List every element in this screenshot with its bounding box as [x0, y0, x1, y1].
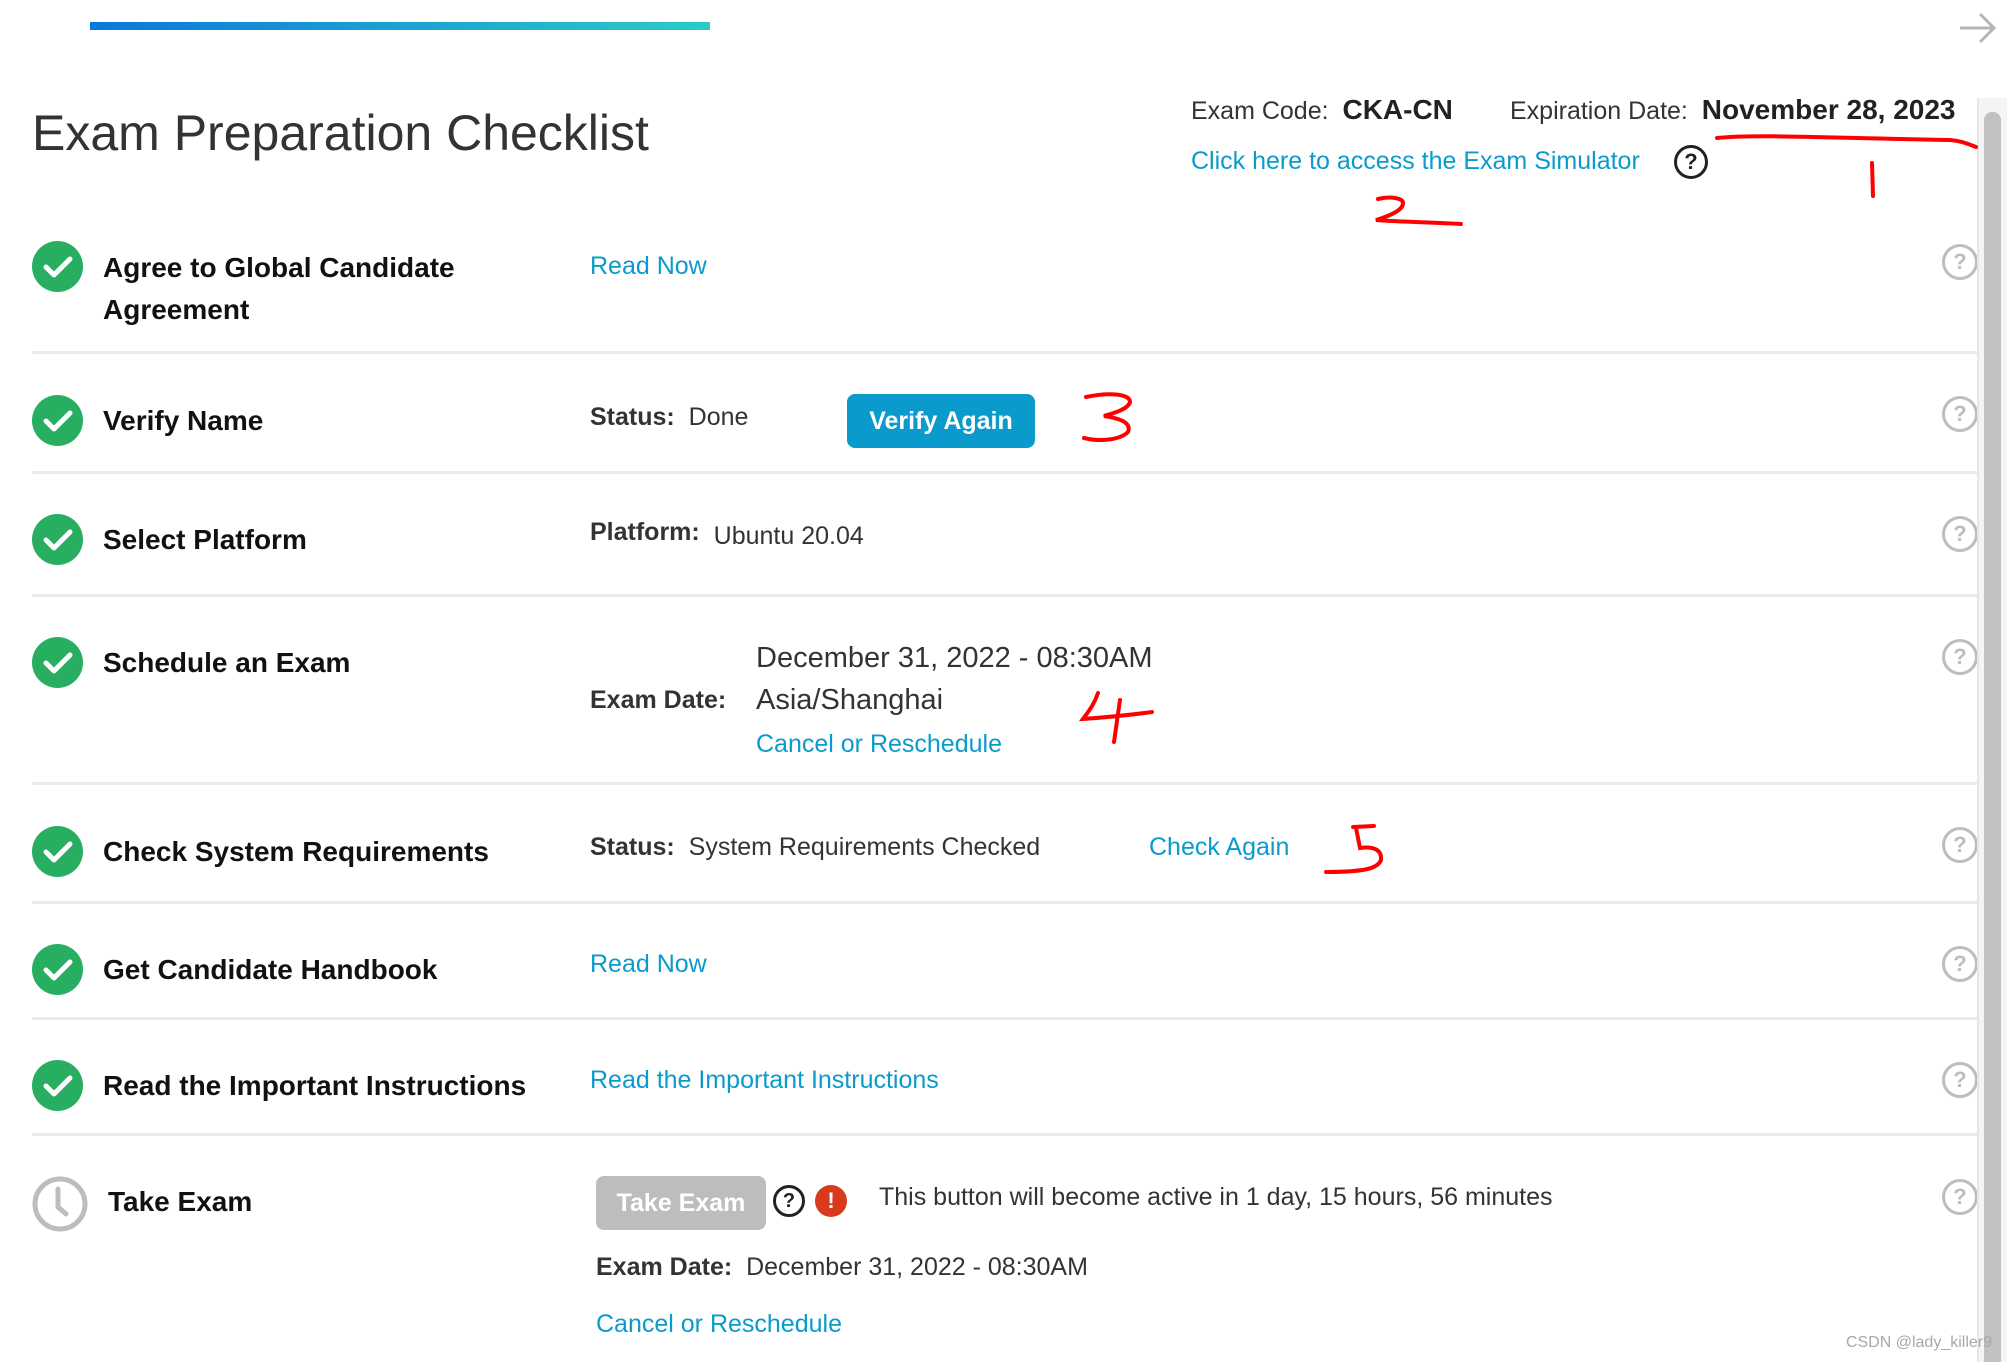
help-icon[interactable]: ? — [1942, 1179, 1978, 1215]
read-handbook-link[interactable]: Read Now — [590, 950, 707, 979]
status-label: Status: — [590, 403, 675, 431]
check-again-link[interactable]: Check Again — [1149, 833, 1289, 862]
divider — [32, 782, 1982, 785]
cancel-reschedule-link[interactable]: Cancel or Reschedule — [756, 730, 1002, 759]
platform-value: Ubuntu 20.04 — [713, 522, 864, 550]
annotation-1-underline — [1715, 134, 1978, 149]
check-complete-icon — [32, 637, 83, 688]
row-title-take-exam: Take Exam — [108, 1186, 253, 1217]
divider — [32, 1133, 1982, 1136]
exam-date-label: Exam Date: — [590, 686, 726, 715]
row-title-important-instructions: Read the Important Instructions — [103, 1070, 527, 1101]
take-exam-button[interactable]: Take Exam — [596, 1176, 766, 1230]
progress-bar — [90, 22, 710, 30]
system-check-status: Status: System Requirements Checked — [590, 833, 1040, 862]
verify-again-button[interactable]: Verify Again — [847, 394, 1035, 448]
check-complete-icon — [32, 944, 83, 995]
status-label: Status: — [590, 833, 675, 861]
next-arrow-icon[interactable] — [1958, 10, 1998, 46]
page-title: Exam Preparation Checklist — [32, 105, 649, 161]
check-complete-icon — [32, 1060, 83, 1111]
help-icon[interactable]: ? — [1942, 639, 1978, 675]
exam-timezone: Asia/Shanghai — [756, 684, 944, 716]
exam-date-label-text: Exam Date: — [590, 686, 727, 714]
row-title-verify-name: Verify Name — [103, 405, 264, 436]
divider — [32, 471, 1982, 474]
annotation-5 — [1324, 824, 1384, 874]
divider — [32, 594, 1982, 597]
take-exam-date: Exam Date: December 31, 2022 - 08:30AM — [596, 1253, 1088, 1282]
row-title-select-platform: Select Platform — [103, 524, 307, 555]
exam-code: Exam Code: CKA-CN — [1191, 94, 1453, 126]
annotation-2 — [1375, 195, 1463, 226]
help-icon[interactable]: ? — [1942, 1062, 1978, 1098]
scrollbar-thumb[interactable] — [1984, 112, 2001, 1362]
check-complete-icon — [32, 514, 83, 565]
check-complete-icon — [32, 826, 83, 877]
divider — [32, 1017, 1982, 1020]
exam-date-value: December 31, 2022 - 08:30AM — [756, 642, 1153, 674]
annotation-4 — [1078, 691, 1154, 744]
divider — [32, 901, 1982, 904]
watermark: CSDN @lady_killer9 — [1845, 1334, 1992, 1351]
expiration-date: Expiration Date: November 28, 2023 — [1510, 94, 1956, 126]
platform-info: Platform: Ubuntu 20.04 — [590, 518, 864, 550]
exam-date-label: Exam Date: — [596, 1253, 733, 1281]
row-title-line2: Agreement — [103, 294, 250, 325]
cancel-reschedule-link[interactable]: Cancel or Reschedule — [596, 1310, 842, 1339]
expiration-value: November 28, 2023 — [1701, 94, 1956, 125]
check-complete-icon — [32, 241, 83, 292]
platform-label: Platform: — [590, 518, 700, 546]
expiration-label: Expiration Date: — [1510, 97, 1688, 125]
simulator-help-icon[interactable]: ? — [1674, 145, 1708, 179]
divider — [32, 351, 1982, 354]
help-icon[interactable]: ? — [1942, 516, 1978, 552]
exam-date-value: December 31, 2022 - 08:30AM — [746, 1253, 1088, 1281]
help-icon[interactable]: ? — [1942, 827, 1978, 863]
annotation-3 — [1082, 392, 1133, 442]
clock-pending-icon — [32, 1176, 88, 1232]
row-title-system-requirements: Check System Requirements — [103, 836, 489, 867]
exam-code-label: Exam Code: — [1191, 97, 1329, 125]
read-instructions-link[interactable]: Read the Important Instructions — [590, 1066, 939, 1095]
read-agreement-link[interactable]: Read Now — [590, 252, 707, 281]
alert-icon: ! — [815, 1185, 847, 1217]
annotation-1 — [1870, 161, 1875, 198]
verify-status: Status: Done — [590, 403, 748, 432]
row-title-line1: Agree to Global Candidate — [103, 252, 455, 283]
exam-code-value: CKA-CN — [1342, 94, 1453, 125]
help-icon[interactable]: ? — [1942, 244, 1978, 280]
exam-simulator-link[interactable]: Click here to access the Exam Simulator — [1191, 147, 1640, 176]
status-value: System Requirements Checked — [688, 833, 1041, 861]
check-complete-icon — [32, 395, 83, 446]
countdown-text: This button will become active in 1 day,… — [879, 1183, 1553, 1211]
row-title-agreement: Agree to Global Candidate Agreement — [103, 247, 455, 331]
status-value: Done — [688, 403, 749, 431]
row-title-candidate-handbook: Get Candidate Handbook — [103, 954, 438, 985]
help-icon[interactable]: ? — [1942, 946, 1978, 982]
help-icon[interactable]: ? — [1942, 396, 1978, 432]
take-exam-help-icon[interactable]: ? — [773, 1185, 805, 1217]
row-title-schedule-exam: Schedule an Exam — [103, 647, 351, 678]
